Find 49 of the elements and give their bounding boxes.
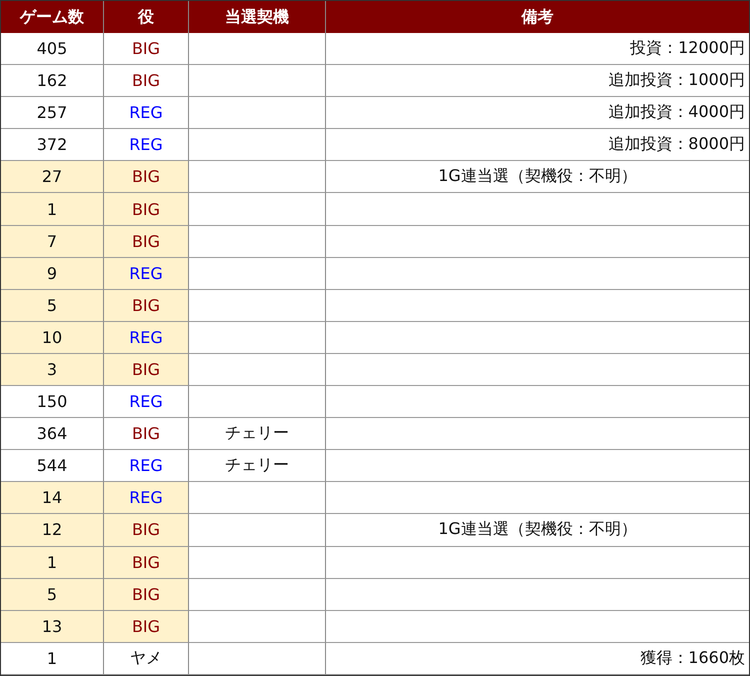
table-cell: 7 [1,226,104,258]
table-cell: BIG [104,514,189,546]
table-cell: 1G連当選（契機役：不明） [326,161,749,194]
table-cell: BIG [104,161,189,194]
table-cell: 13 [1,610,104,643]
table-cell: 9 [1,258,104,290]
table-cell: 獲得：1660枚 [326,642,749,675]
table-cell: チェリー [189,450,326,482]
table-cell: REG [104,482,189,514]
table-cell: 投資：12000円 [326,33,749,66]
table-cell: 150 [1,386,104,418]
table-cell: BIG [104,33,189,66]
column-header: 当選契機 [189,1,326,33]
table-cell: 1 [1,193,104,226]
table-cell: 3 [1,354,104,386]
table-cell: 1 [1,642,104,675]
table-cell: 27 [1,161,104,194]
table-cell: 追加投資：1000円 [326,65,749,98]
table-cell: BIG [104,65,189,98]
table-cell: 5 [1,290,104,322]
table-cell: 257 [1,97,104,130]
table-cell: 5 [1,578,104,611]
table-cell: 1 [1,546,104,579]
table-cell: BIG [104,226,189,258]
table-cell: REG [104,386,189,418]
table-cell: 364 [1,418,104,450]
table-cell: BIG [104,610,189,643]
table-cell: REG [104,322,189,354]
table-cell: ヤメ [104,642,189,675]
table-cell: 162 [1,65,104,98]
table-cell: REG [104,258,189,290]
table-cell: チェリー [189,418,326,450]
table-cell: BIG [104,546,189,579]
table-cell: 14 [1,482,104,514]
table-cell: BIG [104,418,189,450]
table-cell: REG [104,97,189,130]
table-cell: 1G連当選（契機役：不明） [326,514,749,546]
table-cell: 12 [1,514,104,546]
table-cell: 追加投資：4000円 [326,97,749,130]
column-header: 役 [104,1,189,33]
table-cell: 10 [1,322,104,354]
column-header: 備考 [326,1,749,33]
table-cell: 追加投資：8000円 [326,129,749,162]
column-header: ゲーム数 [1,1,104,33]
table-cell: BIG [104,578,189,611]
table-cell: BIG [104,290,189,322]
table-cell: 405 [1,33,104,66]
table-cell: BIG [104,193,189,226]
table-cell: BIG [104,354,189,386]
